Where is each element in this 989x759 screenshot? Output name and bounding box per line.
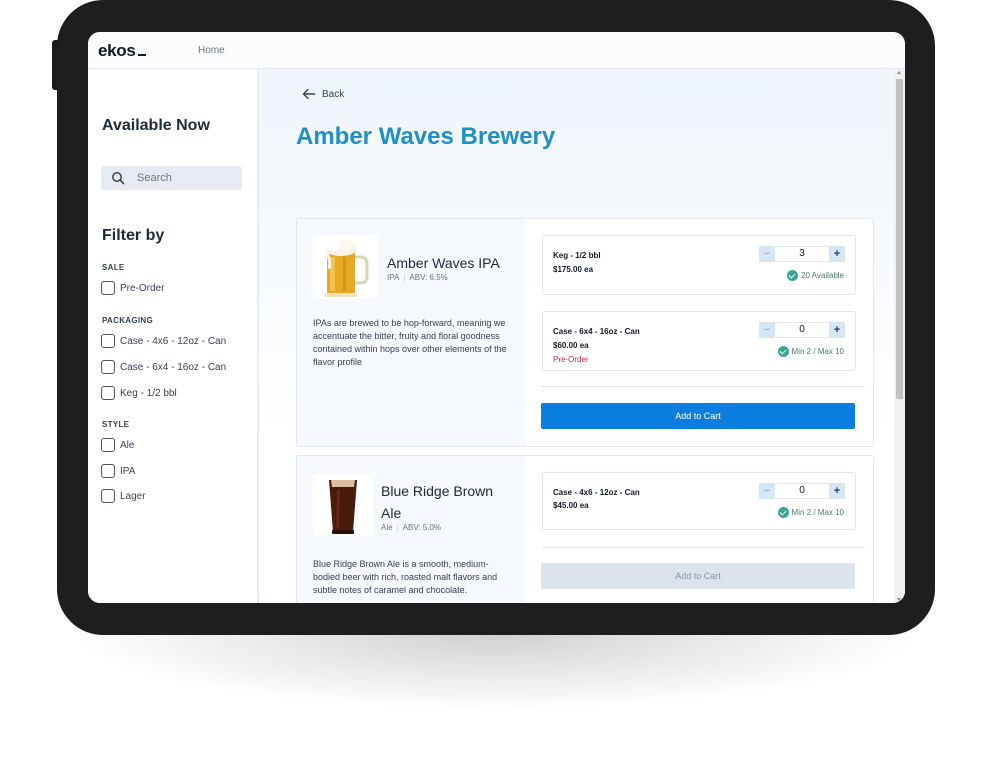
variant-row: Case - 6x4 - 16oz - Can $60.00 ea Pre-Or… bbox=[542, 311, 856, 371]
add-to-cart-button[interactable]: Add to Cart bbox=[541, 403, 855, 429]
variant-price: $175.00 ea bbox=[553, 265, 594, 274]
availability: 20 Available bbox=[787, 270, 844, 281]
filter-option-case-6x4[interactable]: Case - 6x4 - 16oz - Can bbox=[101, 359, 226, 375]
checkbox[interactable] bbox=[101, 438, 115, 452]
filter-option-label: Keg - 1/2 bbl bbox=[120, 387, 177, 399]
filter-title: Filter by bbox=[102, 227, 165, 244]
scrollbar[interactable] bbox=[894, 69, 905, 603]
variant-row: Case - 4x6 - 12oz - Can $45.00 ea − 0 + … bbox=[542, 472, 856, 530]
quantity-value[interactable]: 0 bbox=[775, 322, 829, 338]
product-card: Blue Ridge Brown Ale Ale | ABV: 5.0% Blue … bbox=[296, 455, 874, 603]
availability: Min 2 / Max 10 bbox=[777, 346, 844, 357]
check-circle-icon bbox=[787, 270, 798, 281]
filter-sidebar: Available Now Search Filter by SALE Pre-… bbox=[88, 69, 259, 603]
quantity-value[interactable]: 0 bbox=[775, 483, 829, 499]
product-style: IPA bbox=[387, 273, 400, 282]
nav-home-link[interactable]: Home bbox=[198, 45, 225, 56]
checkbox[interactable] bbox=[101, 281, 115, 295]
quantity-stepper[interactable]: − 3 + bbox=[759, 246, 845, 262]
checkbox[interactable] bbox=[101, 360, 115, 374]
variant-name: Case - 6x4 - 16oz - Can bbox=[553, 327, 640, 336]
variant-name: Keg - 1/2 bbl bbox=[553, 251, 601, 260]
checkbox[interactable] bbox=[101, 334, 115, 348]
checkbox[interactable] bbox=[101, 464, 115, 478]
quantity-stepper[interactable]: − 0 + bbox=[759, 322, 845, 338]
availability-text: Min 2 / Max 10 bbox=[791, 508, 844, 517]
check-circle-icon bbox=[777, 507, 789, 518]
filter-option-label: Case - 6x4 - 16oz - Can bbox=[120, 361, 227, 373]
top-bar: ekos Home bbox=[88, 32, 905, 69]
product-description: Blue Ridge Brown Ale is a smooth, medium… bbox=[313, 559, 498, 595]
filter-option-lager[interactable]: Lager bbox=[101, 488, 146, 504]
variant-name: Case - 4x6 - 12oz - Can bbox=[553, 488, 640, 497]
filter-option-case-4x6[interactable]: Case - 4x6 - 12oz - Can bbox=[101, 333, 226, 349]
add-to-cart-button[interactable]: Add to Cart bbox=[541, 563, 855, 589]
product-abv: ABV: 5.0% bbox=[402, 523, 442, 532]
main-content: Back Amber Waves Brewery Amber Waves IPA… bbox=[259, 69, 894, 603]
search-input[interactable]: Search bbox=[101, 166, 242, 190]
increment-button[interactable]: + bbox=[829, 483, 845, 499]
product-meta: IPA | ABV: 6.5% bbox=[387, 273, 448, 282]
variant-row: Keg - 1/2 bbl $175.00 ea − 3 + 20 Availa… bbox=[542, 235, 856, 295]
beer-mug-image bbox=[313, 235, 377, 299]
product-name: Amber Waves IPA bbox=[387, 255, 500, 271]
variant-price: $60.00 ea bbox=[553, 341, 589, 350]
filter-group-packaging: PACKAGING bbox=[102, 316, 153, 325]
availability-text: Min 2 / Max 10 bbox=[791, 347, 844, 356]
product-style: Ale bbox=[381, 523, 393, 532]
filter-option-label: Case - 4x6 - 12oz - Can bbox=[120, 335, 227, 347]
filter-option-label: IPA bbox=[120, 465, 136, 477]
check-circle-icon bbox=[777, 346, 789, 357]
quantity-stepper[interactable]: − 0 + bbox=[759, 483, 845, 499]
divider bbox=[541, 547, 865, 548]
product-meta: Ale | ABV: 5.0% bbox=[381, 523, 442, 532]
product-abv: ABV: 6.5% bbox=[409, 273, 448, 282]
increment-button[interactable]: + bbox=[829, 322, 845, 338]
decrement-button[interactable]: − bbox=[759, 483, 775, 499]
filter-group-style: STYLE bbox=[102, 420, 130, 429]
search-icon bbox=[112, 172, 125, 185]
filter-option-label: Lager bbox=[120, 490, 146, 502]
availability: Min 2 / Max 10 bbox=[777, 507, 844, 518]
filter-option-pre-order[interactable]: Pre-Order bbox=[101, 280, 164, 296]
app-screen: ekos Home Available Now Search Filter by… bbox=[88, 32, 905, 603]
back-label: Back bbox=[322, 88, 345, 100]
decrement-button[interactable]: − bbox=[759, 246, 775, 262]
increment-button[interactable]: + bbox=[829, 246, 845, 262]
beer-glass-image bbox=[313, 474, 373, 536]
decrement-button[interactable]: − bbox=[759, 322, 775, 338]
quantity-value[interactable]: 3 bbox=[775, 246, 829, 262]
sidebar-title: Available Now bbox=[102, 117, 210, 134]
logo[interactable]: ekos bbox=[98, 41, 146, 61]
divider bbox=[541, 386, 865, 387]
arrow-left-icon bbox=[302, 88, 316, 100]
filter-option-ale[interactable]: Ale bbox=[101, 437, 134, 453]
variant-price: $45.00 ea bbox=[553, 501, 589, 510]
page-title: Amber Waves Brewery bbox=[296, 123, 556, 150]
filter-option-ipa[interactable]: IPA bbox=[101, 463, 135, 479]
scroll-down-arrow[interactable] bbox=[897, 598, 901, 601]
preorder-label: Pre-Order bbox=[553, 355, 589, 364]
back-link[interactable]: Back bbox=[302, 88, 344, 100]
availability-text: 20 Available bbox=[801, 271, 844, 280]
filter-option-label: Pre-Order bbox=[120, 282, 165, 294]
search-placeholder: Search bbox=[137, 172, 172, 184]
filter-option-label: Ale bbox=[120, 439, 135, 451]
product-name: Blue Ridge Brown Ale bbox=[381, 483, 494, 521]
scrollbar-thumb[interactable] bbox=[896, 79, 903, 399]
checkbox[interactable] bbox=[101, 386, 115, 400]
checkbox[interactable] bbox=[101, 489, 115, 503]
filter-option-keg[interactable]: Keg - 1/2 bbl bbox=[101, 385, 177, 401]
product-description: IPAs are brewed to be hop-forward, meani… bbox=[313, 318, 507, 367]
filter-group-sale: SALE bbox=[102, 263, 125, 272]
product-card: Amber Waves IPA IPA | ABV: 6.5% IPAs are b… bbox=[296, 218, 874, 447]
scroll-up-arrow[interactable] bbox=[897, 71, 901, 74]
